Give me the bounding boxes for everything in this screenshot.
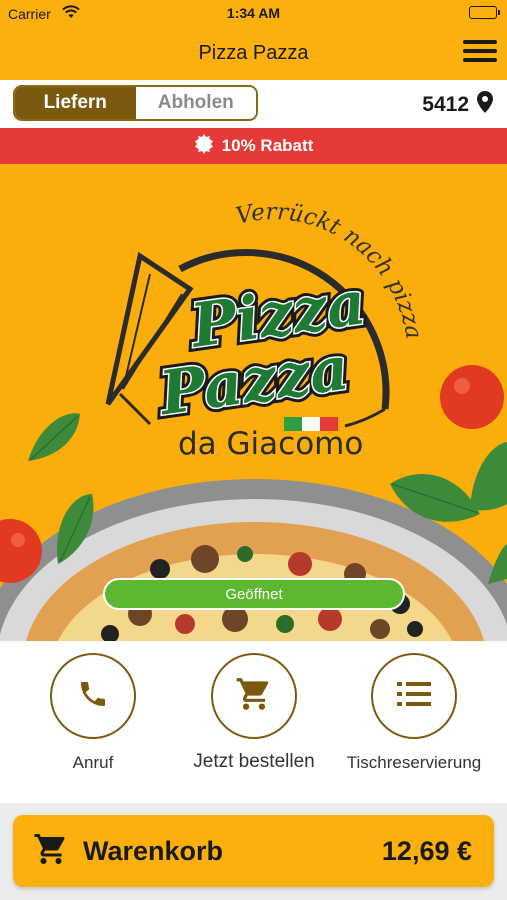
postcode-selector[interactable]: 5412 <box>422 91 493 119</box>
hamburger-menu-icon[interactable] <box>463 40 497 66</box>
reservation-action[interactable]: Tischreservierung <box>329 653 499 773</box>
postcode-value: 5412 <box>422 93 469 116</box>
cart-button[interactable]: Warenkorb 12,69 € <box>13 815 494 887</box>
navigation-bar: Pizza Pazza <box>0 28 507 80</box>
hero-banner: Verrückt nach pizza Pizza Pizza Pazza Pa… <box>0 164 507 641</box>
open-status-badge[interactable]: Geöffnet <box>103 578 405 610</box>
order-now-button[interactable] <box>211 653 297 739</box>
tab-abholen[interactable]: Abholen <box>135 87 256 119</box>
status-bar: Carrier 1:34 AM <box>0 0 507 28</box>
reservation-label: Tischreservierung <box>346 753 482 772</box>
logo-brand-line2: Pazza <box>154 334 353 430</box>
hero-artwork: Verrückt nach pizza Pizza Pizza Pazza Pa… <box>0 199 507 641</box>
location-pin-icon <box>477 91 493 119</box>
discount-label: 10% Rabatt <box>221 136 314 155</box>
cart-icon <box>33 831 69 872</box>
page-title: Pizza Pazza <box>198 42 309 64</box>
call-action[interactable]: Anruf <box>8 653 178 773</box>
logo-brand: Pizza Pizza Pazza Pazza <box>149 264 374 434</box>
reservation-button[interactable] <box>371 653 457 739</box>
clock: 1:34 AM <box>226 5 281 21</box>
logo-subtitle: da Giacomo <box>178 426 363 462</box>
call-button[interactable] <box>50 653 136 739</box>
cart-total: 12,69 € <box>381 835 472 866</box>
order-now-action[interactable]: Jetzt bestellen <box>169 653 339 773</box>
cart-label: Warenkorb <box>83 835 224 866</box>
cart-icon <box>235 675 273 718</box>
tab-liefern[interactable]: Liefern <box>15 87 136 119</box>
quick-actions: Anruf Jetzt bestellen Tischreservierung <box>0 641 507 803</box>
order-mode-bar: Liefern Abholen 5412 <box>0 80 507 128</box>
order-now-label: Jetzt bestellen <box>193 751 315 772</box>
phone-icon <box>77 678 109 715</box>
list-icon <box>397 680 431 713</box>
call-label: Anruf <box>72 753 114 772</box>
discount-banner[interactable]: 10% Rabatt <box>0 128 507 164</box>
discount-badge-icon <box>194 133 214 159</box>
battery-icon <box>469 6 500 19</box>
order-mode-toggle: Liefern Abholen <box>13 85 258 121</box>
